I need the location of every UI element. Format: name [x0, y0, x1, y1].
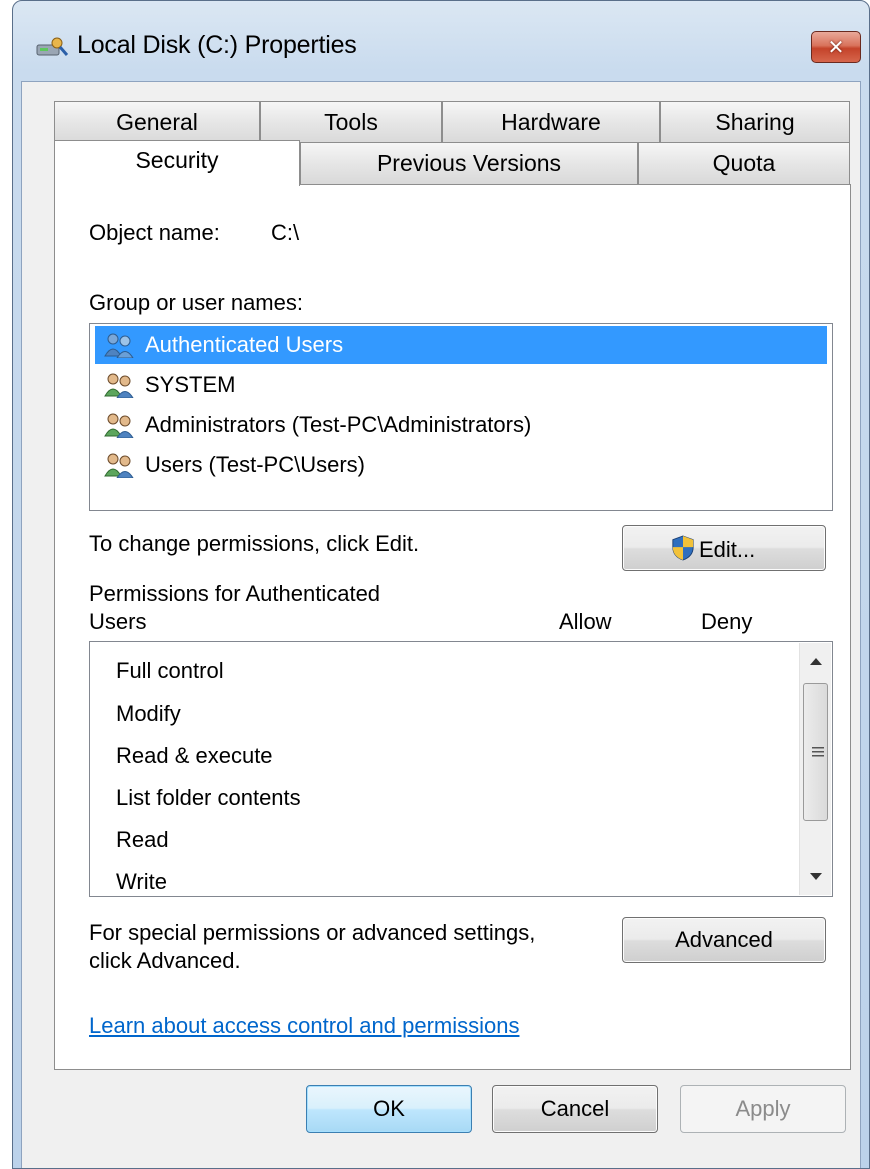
users-group-icon [104, 453, 134, 478]
advanced-button[interactable]: Advanced [622, 917, 826, 963]
list-item-label: Administrators (Test-PC\Administrators) [145, 412, 532, 437]
group-user-list[interactable]: Authenticated Users SYSTEM Administrator… [89, 323, 833, 511]
list-item-system[interactable]: SYSTEM [95, 366, 827, 404]
permission-row: List folder contents [116, 785, 301, 810]
list-item-label: SYSTEM [145, 372, 236, 397]
permission-row: Modify [116, 701, 181, 726]
permission-row: Write [116, 869, 167, 894]
users-group-icon [104, 413, 134, 438]
permission-row: Read & execute [116, 743, 273, 768]
grip-icon [812, 747, 824, 757]
drive-properties-icon [36, 37, 69, 56]
group-names-label: Group or user names: [89, 290, 303, 315]
list-item-authenticated-users[interactable]: Authenticated Users [95, 326, 827, 364]
change-permissions-text: To change permissions, click Edit. [89, 531, 420, 556]
tab-tools[interactable]: Tools [260, 101, 442, 143]
dialog-client: General Tools Hardware Sharing Security … [21, 81, 861, 1168]
edit-button-label: Edit... [699, 537, 756, 562]
list-item-label: Users (Test-PC\Users) [145, 452, 366, 477]
object-name-value: C:\ [271, 220, 300, 245]
close-button[interactable]: ✕ [811, 31, 861, 63]
list-item-label: Authenticated Users [145, 332, 344, 357]
permission-row: Full control [116, 658, 224, 683]
permissions-list[interactable]: Full control Modify Read & execute List … [89, 641, 833, 897]
learn-access-control-link[interactable]: Learn about access control and permissio… [89, 1013, 519, 1039]
apply-button[interactable]: Apply [680, 1085, 846, 1133]
users-group-icon [104, 373, 134, 398]
list-item-users[interactable]: Users (Test-PC\Users) [95, 446, 827, 484]
permissions-for-label-user: Users [89, 609, 147, 634]
list-item-administrators[interactable]: Administrators (Test-PC\Administrators) [95, 406, 827, 444]
security-tab-panel: Object name: C:\ Group or user names: Au… [54, 184, 851, 1070]
users-group-icon [104, 333, 134, 358]
scroll-up-arrow-icon[interactable] [810, 657, 822, 665]
properties-window: Local Disk (C:) Properties ✕ General Too… [12, 0, 870, 1169]
tab-quota[interactable]: Quota [638, 142, 850, 184]
permissions-for-label: Permissions for Authenticated [89, 581, 381, 606]
edit-button[interactable]: Edit... [622, 525, 826, 571]
deny-column-header: Deny [701, 609, 753, 634]
close-icon: ✕ [827, 35, 845, 59]
scrollbar-thumb[interactable] [803, 683, 828, 821]
tab-previous-versions[interactable]: Previous Versions [300, 142, 638, 184]
allow-column-header: Allow [559, 609, 612, 634]
tab-sharing[interactable]: Sharing [660, 101, 850, 143]
window-title: Local Disk (C:) Properties [77, 31, 357, 59]
cancel-button[interactable]: Cancel [492, 1085, 658, 1133]
ok-button[interactable]: OK [306, 1085, 472, 1133]
object-name-label: Object name: [89, 220, 220, 245]
permissions-scrollbar[interactable] [799, 643, 831, 895]
permission-row: Read [116, 827, 169, 852]
uac-shield-icon [672, 535, 694, 561]
tab-hardware[interactable]: Hardware [442, 101, 660, 143]
title-bar[interactable]: Local Disk (C:) Properties ✕ [13, 1, 869, 81]
tab-general[interactable]: General [54, 101, 260, 143]
special-permissions-text: For special permissions or advanced sett… [89, 920, 536, 945]
tab-security[interactable]: Security [54, 140, 300, 186]
scroll-down-arrow-icon[interactable] [810, 873, 822, 881]
special-permissions-text-2: click Advanced. [89, 948, 241, 973]
